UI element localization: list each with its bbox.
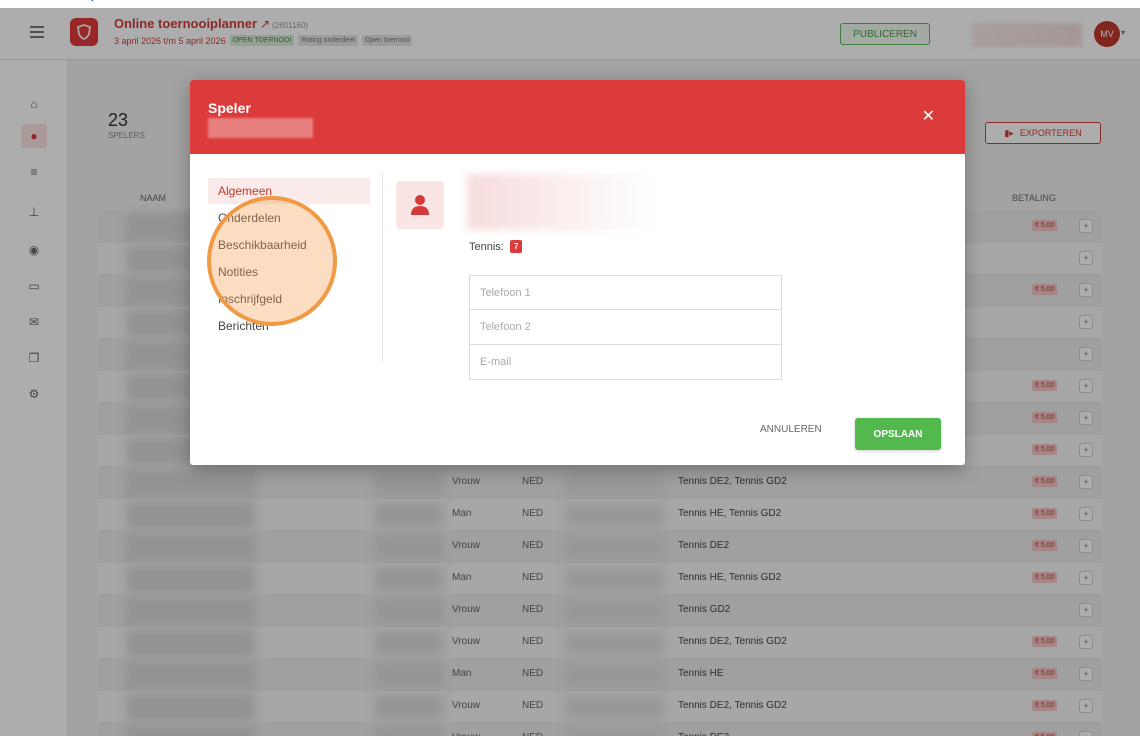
nav-general[interactable]: Algemeen [208,178,370,204]
redacted-player-details [467,174,657,230]
nav-events[interactable]: Onderdelen [208,205,370,231]
player-modal: Speler ✕ Algemeen Onderdelen Beschikbaar… [190,80,965,465]
modal-title: Speler [208,100,251,116]
modal-header: Speler ✕ [190,80,965,154]
cancel-button[interactable]: ANNULEREN [760,424,822,435]
nav-availability[interactable]: Beschikbaarheid [208,232,370,258]
nav-notes[interactable]: Notities [208,259,370,285]
contact-fields: Telefoon 1 Telefoon 2 E-mail [469,275,782,380]
phone-2-field[interactable]: Telefoon 2 [469,310,782,345]
redacted-player-name [208,118,313,138]
save-button[interactable]: OPSLAAN [855,418,941,450]
user-icon [396,181,444,229]
phone-1-field[interactable]: Telefoon 1 [469,275,782,310]
nav-entry-fee[interactable]: Inschrijfgeld [208,286,370,312]
close-icon[interactable]: ✕ [922,106,935,126]
email-field[interactable]: E-mail [469,345,782,380]
nav-messages[interactable]: Berichten [208,313,370,339]
rating-badge: 7 [509,240,523,253]
tennis-label: Tennis: [469,240,504,253]
modal-nav: Algemeen Onderdelen Beschikbaarheid Noti… [208,178,370,340]
top-caption-strip: · [0,0,1140,8]
nav-divider [382,172,383,362]
tennis-rating: Tennis: 7 [469,240,523,253]
